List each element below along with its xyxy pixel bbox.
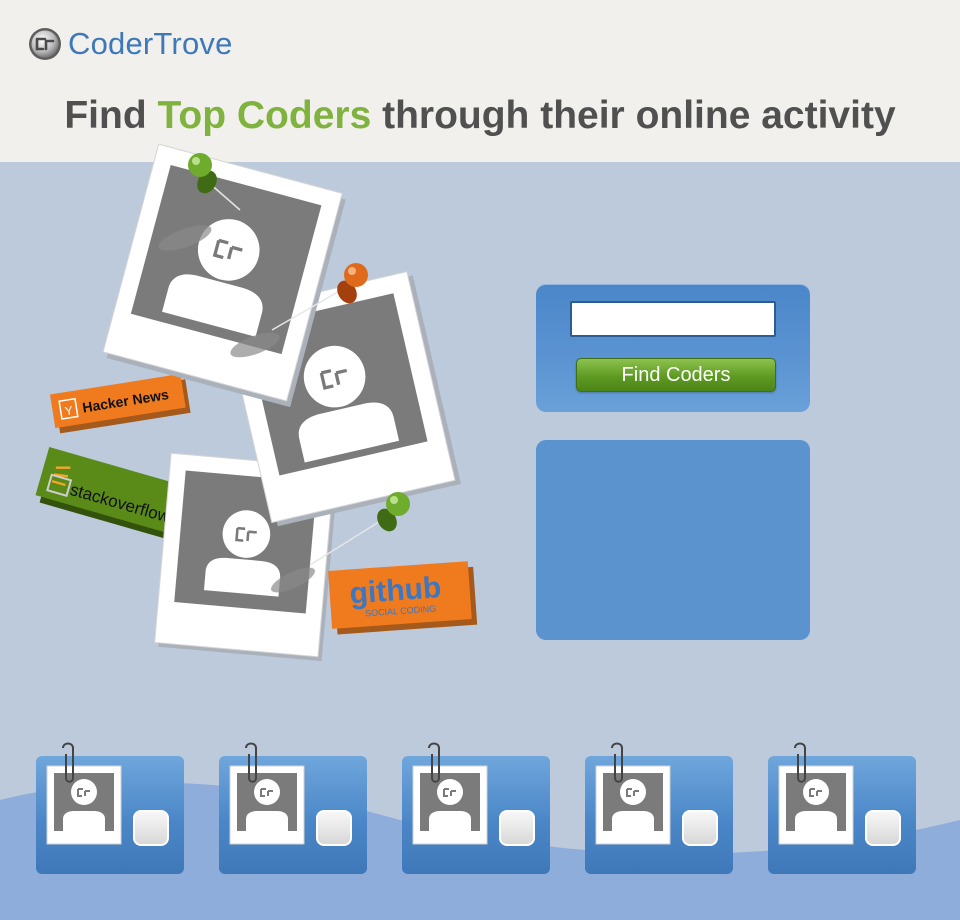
coder-card[interactable] <box>768 742 916 874</box>
github-badge: github SOCIAL CODING <box>328 561 478 635</box>
find-coders-button[interactable]: Find Coders <box>576 358 776 392</box>
coder-card[interactable] <box>402 742 550 874</box>
coder-card-photo <box>46 742 122 845</box>
headline-prefix: Find <box>64 94 158 137</box>
coder-card[interactable] <box>36 742 184 874</box>
coder-card-photo <box>595 742 671 845</box>
results-panel <box>536 440 810 640</box>
coder-card-photo <box>412 742 488 845</box>
search-input[interactable] <box>570 301 776 337</box>
brand-name: CoderTrove <box>68 26 233 61</box>
coder-trove-logo-icon <box>28 27 62 61</box>
coder-card-checkbox[interactable] <box>499 810 535 846</box>
headline-suffix: through their online activity <box>371 94 896 137</box>
page-headline: Find Top Coders through their online act… <box>0 94 960 138</box>
logo[interactable]: CoderTrove <box>28 26 233 62</box>
coder-card-checkbox[interactable] <box>316 810 352 846</box>
coder-card-checkbox[interactable] <box>682 810 718 846</box>
headline-accent: Top Coders <box>157 94 372 137</box>
coder-card-photo <box>229 742 305 845</box>
coder-card-checkbox[interactable] <box>133 810 169 846</box>
coder-card-checkbox[interactable] <box>865 810 901 846</box>
coder-card-photo <box>778 742 854 845</box>
coder-card[interactable] <box>219 742 367 874</box>
coder-card[interactable] <box>585 742 733 874</box>
header: CoderTrove Find Top Coders through their… <box>0 0 960 162</box>
coder-collage-illustration: stackoverflow github SOCIAL CODING Y Hac… <box>35 143 478 662</box>
search-panel: Find Coders <box>536 284 810 412</box>
hacker-news-badge: Y Hacker News <box>49 373 191 434</box>
